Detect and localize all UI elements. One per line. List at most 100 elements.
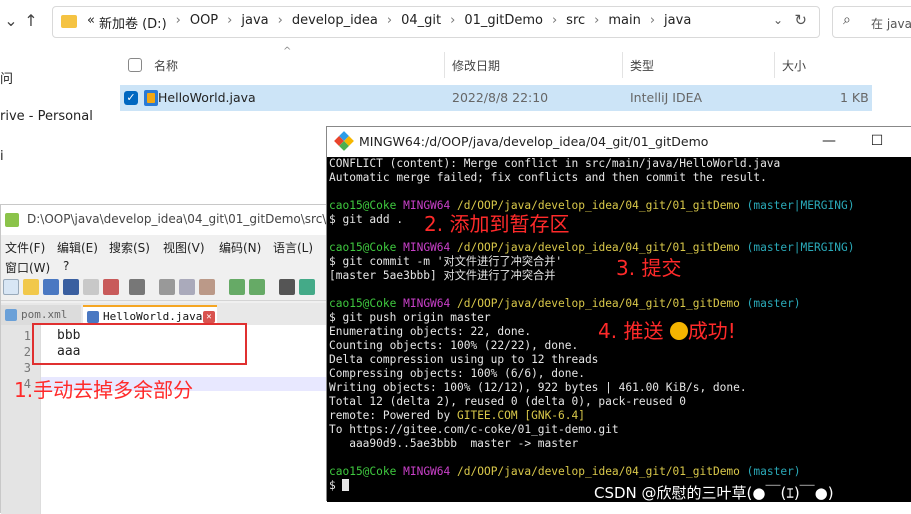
- minimize-button[interactable]: —: [819, 131, 839, 151]
- xml-file-icon: [5, 309, 17, 321]
- breadcrumb-item[interactable]: main: [606, 13, 642, 32]
- tab-pom-xml[interactable]: pom.xml: [1, 305, 81, 325]
- redo-icon[interactable]: [249, 279, 265, 295]
- terminal-line: Automatic merge failed; fix conflicts an…: [329, 171, 767, 184]
- column-header-modified[interactable]: 修改日期: [452, 57, 500, 83]
- row-checkbox-checked[interactable]: ✓: [124, 91, 138, 105]
- line-number: 2: [23, 345, 31, 359]
- menu-help[interactable]: ?: [63, 259, 69, 273]
- breadcrumb-overflow[interactable]: «: [85, 13, 97, 32]
- close-file-icon[interactable]: [83, 279, 99, 295]
- search-icon: ⌕: [843, 12, 851, 28]
- notepad-toolbar: [1, 275, 336, 301]
- column-header-name[interactable]: 名称: [154, 57, 178, 83]
- sort-caret-icon: ^: [283, 46, 292, 57]
- breadcrumb-item[interactable]: develop_idea: [290, 13, 380, 32]
- column-header-type[interactable]: 类型: [630, 57, 654, 83]
- tab-helloworld-java[interactable]: HelloWorld.java ✕: [83, 305, 217, 325]
- paste-icon[interactable]: [199, 279, 215, 295]
- breadcrumb-item[interactable]: 新加卷 (D:): [97, 13, 169, 32]
- menu-language[interactable]: 语言(L): [273, 239, 313, 256]
- terminal-line: CONFLICT (content): Merge conflict in sr…: [329, 157, 781, 170]
- breadcrumb-item[interactable]: OOP: [188, 13, 220, 32]
- chevron-right-icon: ›: [594, 13, 600, 28]
- menu-window[interactable]: 窗口(W): [5, 259, 50, 276]
- breadcrumb-item[interactable]: 01_gitDemo: [462, 13, 545, 32]
- chevron-right-icon: ›: [551, 13, 558, 28]
- terminal-title-bar[interactable]: MINGW64:/d/OOP/java/develop_idea/04_git/…: [327, 127, 911, 157]
- notepad-tab-bar: pom.xml HelloWorld.java ✕: [1, 303, 336, 325]
- save-all-icon[interactable]: [63, 279, 79, 295]
- notepad-title: D:\OOP\java\develop_idea\04_git\01_gitDe…: [27, 212, 339, 226]
- breadcrumb-item[interactable]: 04_git: [399, 13, 443, 32]
- terminal-line: Compressing objects: 100% (6/6), done.: [329, 367, 585, 380]
- terminal-prompt: cao15@Coke MINGW64 /d/OOP/java/develop_i…: [329, 241, 855, 254]
- terminal-line: To https://gitee.com/c-coke/01_git-demo.…: [329, 423, 619, 436]
- terminal-prompt: cao15@Coke MINGW64 /d/OOP/java/develop_i…: [329, 297, 801, 310]
- column-divider[interactable]: [444, 52, 445, 78]
- tab-label: pom.xml: [21, 308, 68, 321]
- terminal-cursor: [342, 479, 350, 491]
- file-size: 1 KB: [840, 90, 869, 105]
- terminal-command: $ git push origin master: [329, 311, 491, 324]
- terminal-input-line[interactable]: $: [329, 479, 350, 493]
- up-arrow-icon[interactable]: ↑: [20, 10, 42, 32]
- chevron-down-icon[interactable]: ⌄: [0, 10, 22, 32]
- print-icon[interactable]: [129, 279, 145, 295]
- notepad-menu-bar: 文件(F) 编辑(E) 搜索(S) 视图(V) 编码(N) 语言(L) 窗口(W…: [1, 235, 336, 275]
- file-name: HelloWorld.java: [158, 90, 256, 105]
- select-all-checkbox[interactable]: [128, 58, 142, 72]
- undo-icon[interactable]: [229, 279, 245, 295]
- line-number: 1: [23, 329, 31, 343]
- replace-icon[interactable]: [299, 279, 315, 295]
- menu-view[interactable]: 视图(V): [163, 239, 205, 256]
- terminal-title: MINGW64:/d/OOP/java/develop_idea/04_git/…: [359, 134, 709, 149]
- column-divider[interactable]: [622, 52, 623, 78]
- menu-edit[interactable]: 编辑(E): [57, 239, 98, 256]
- breadcrumb-item[interactable]: src: [564, 13, 587, 32]
- chevron-right-icon: ›: [277, 13, 283, 28]
- java-file-icon: [144, 90, 158, 106]
- folder-icon: [61, 15, 77, 28]
- new-file-icon[interactable]: [3, 279, 19, 295]
- menu-search[interactable]: 搜索(S): [109, 239, 150, 256]
- terminal-prompt: cao15@Coke MINGW64 /d/OOP/java/develop_i…: [329, 465, 801, 478]
- find-icon[interactable]: [279, 279, 295, 295]
- search-box[interactable]: ⌕ 在 java: [832, 6, 911, 38]
- chevron-right-icon: ›: [175, 13, 181, 28]
- close-all-icon[interactable]: [103, 279, 119, 295]
- maximize-button[interactable]: ☐: [867, 131, 887, 151]
- mingw-app-icon: [334, 131, 354, 151]
- breadcrumb-item[interactable]: java: [662, 13, 693, 32]
- sidebar-item[interactable]: i: [0, 149, 4, 164]
- notepad-title-bar[interactable]: D:\OOP\java\develop_idea\04_git\01_gitDe…: [1, 205, 339, 235]
- menu-encoding[interactable]: 编码(N): [219, 239, 261, 256]
- chevron-down-icon[interactable]: ⌄: [773, 13, 783, 27]
- sidebar-item[interactable]: 问: [0, 68, 13, 87]
- sidebar-item-onedrive[interactable]: rive - Personal: [0, 109, 93, 124]
- breadcrumb-item[interactable]: java: [239, 13, 270, 32]
- file-row[interactable]: ✓ HelloWorld.java 2022/8/8 22:10 Intelli…: [120, 85, 872, 111]
- copy-icon[interactable]: [179, 279, 195, 295]
- tab-label: HelloWorld.java: [103, 310, 203, 323]
- terminal-line-remote: remote: Powered by GITEE.COM [GNK-6.4]: [329, 409, 585, 422]
- line-number: 3: [23, 361, 31, 375]
- address-bar[interactable]: « 新加卷 (D:) › OOP › java › develop_idea › 04_…: [52, 6, 820, 38]
- annotation-highlight-box: [32, 323, 247, 365]
- refresh-icon[interactable]: ↻: [794, 11, 807, 29]
- breadcrumb: « 新加卷 (D:) › OOP › java › develop_idea › 04_…: [85, 13, 693, 32]
- terminal-command: $ git commit -m '对文件进行了冲突合并': [329, 255, 563, 268]
- cut-icon[interactable]: [159, 279, 175, 295]
- terminal-command: $ git add .: [329, 213, 404, 226]
- open-folder-icon[interactable]: [23, 279, 39, 295]
- explorer-nav-bar: ⌄ ↑ « 新加卷 (D:) › OOP › java › develop_idea ›…: [0, 0, 911, 44]
- column-divider[interactable]: [774, 52, 775, 78]
- terminal-line: Total 12 (delta 2), reused 0 (delta 0), …: [329, 395, 686, 408]
- column-header-size[interactable]: 大小: [782, 57, 806, 83]
- menu-file[interactable]: 文件(F): [5, 239, 45, 256]
- terminal-line: Delta compression using up to 12 threads: [329, 353, 599, 366]
- save-icon[interactable]: [43, 279, 59, 295]
- chevron-right-icon: ›: [649, 13, 656, 28]
- java-file-icon: [87, 311, 99, 323]
- close-icon[interactable]: ✕: [203, 311, 215, 323]
